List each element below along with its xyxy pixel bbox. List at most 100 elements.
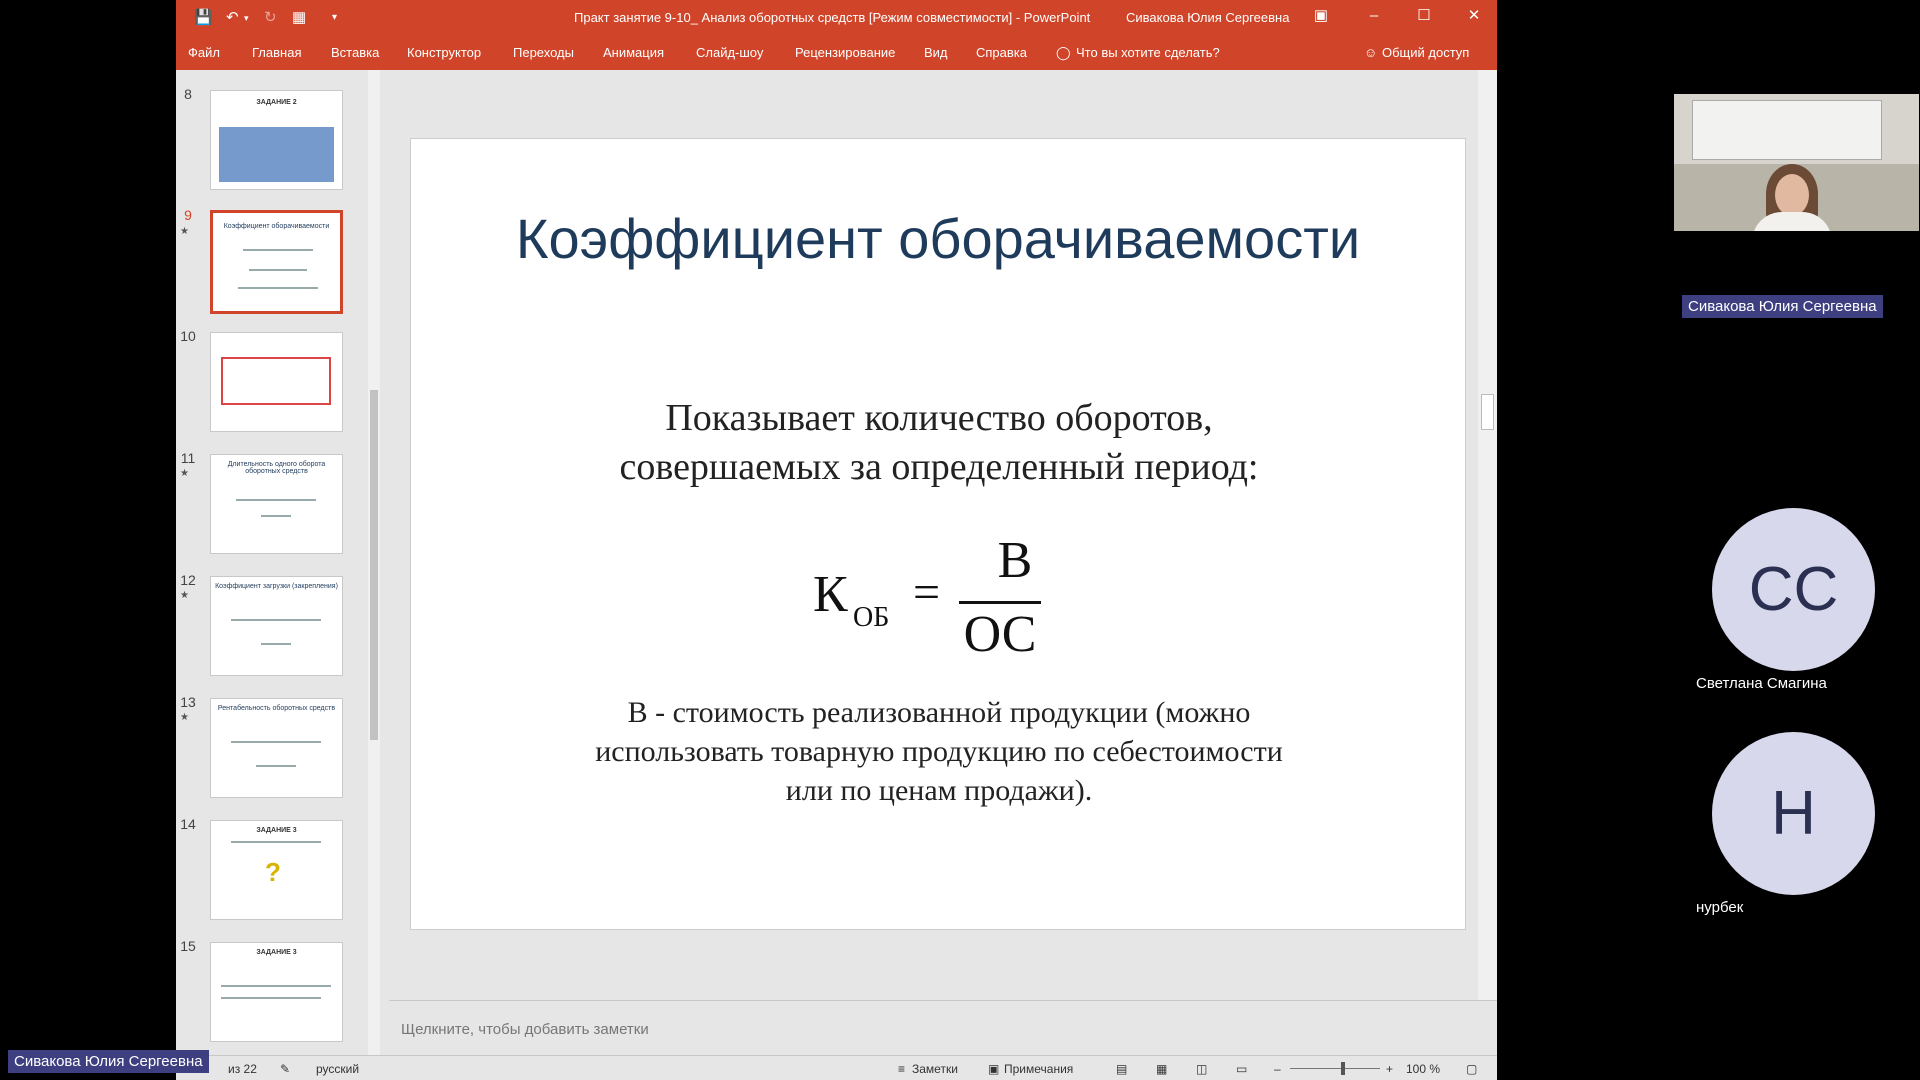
comments-button[interactable]: Примечания (1004, 1062, 1073, 1076)
zoom-in-icon[interactable]: + (1386, 1062, 1393, 1076)
slide-sorter-icon[interactable]: ▦ (1156, 1062, 1167, 1076)
presenter-video[interactable] (1674, 94, 1919, 231)
description-line: совершаемых за определенный период: (619, 446, 1259, 488)
scrollbar-thumb[interactable] (370, 390, 378, 740)
slide-thumbnail-12[interactable]: Коэффициент загрузки (закрепления) (210, 576, 343, 676)
notes-button[interactable]: Заметки (912, 1062, 958, 1076)
slide-title[interactable]: Коэффициент оборачиваемости (411, 206, 1465, 271)
ribbon-tabs: Файл Главная Вставка Конструктор Переход… (176, 35, 1497, 70)
avatar[interactable]: Н (1712, 732, 1875, 895)
language-indicator[interactable]: русский (316, 1062, 359, 1076)
tab-help[interactable]: Справка (976, 45, 1027, 60)
video-name-tag: Сивакова Юлия Сергеевна (1682, 295, 1883, 318)
formula-k: К (813, 566, 848, 623)
slide-thumbnail-14[interactable]: ЗАДАНИЕ 3 ? (210, 820, 343, 920)
reading-view-icon[interactable]: ◫ (1196, 1062, 1207, 1076)
animation-star-icon: ★ (180, 590, 189, 601)
tab-slideshow[interactable]: Слайд-шоу (696, 45, 763, 60)
thumbnail-line (249, 269, 307, 271)
note-line: использовать товарную продукцию по себес… (595, 735, 1283, 768)
tab-home[interactable]: Главная (252, 45, 301, 60)
fraction-bar (959, 601, 1041, 604)
slideshow-view-icon[interactable]: ▭ (1236, 1062, 1247, 1076)
fit-to-window-icon[interactable]: ▢ (1466, 1062, 1477, 1076)
thumbnail-title: ЗАДАНИЕ 3 (256, 827, 297, 834)
formula-numerator: В (997, 532, 1033, 589)
tab-file[interactable]: Файл (188, 45, 220, 60)
slide-thumbnail-9[interactable]: Коэффициент оборачиваемости (210, 210, 343, 314)
slide-counter: из 22 (228, 1062, 257, 1076)
redo-icon[interactable]: ↻ (264, 8, 277, 28)
slide-description[interactable]: Показывает количество оборотов, совершае… (471, 394, 1407, 492)
description-line: Показывает количество оборотов, (665, 397, 1213, 439)
save-icon[interactable]: 💾 (194, 8, 213, 28)
animation-star-icon: ★ (180, 712, 189, 723)
tab-review[interactable]: Рецензирование (795, 45, 895, 60)
thumbnail-title: ЗАДАНИЕ 3 (256, 949, 297, 956)
tab-view[interactable]: Вид (924, 45, 948, 60)
slide-thumbnail-15[interactable]: ЗАДАНИЕ 3 (210, 942, 343, 1042)
tab-design[interactable]: Конструктор (407, 45, 481, 60)
lightbulb-icon: ◯ (1056, 45, 1071, 60)
notes-pane[interactable]: Щелкните, чтобы добавить заметки (389, 1000, 1497, 1055)
slide-note[interactable]: В - стоимость реализованной продукции (м… (471, 693, 1407, 810)
presenter-name-tag: Сивакова Юлия Сергеевна (8, 1050, 209, 1073)
slide-thumbnail-13[interactable]: Рентабельность оборотных средств (210, 698, 343, 798)
slide-thumbnail-10[interactable] (210, 332, 343, 432)
status-bar: из 22 ✎ русский ≡ Заметки ▣ Примечания ▤… (176, 1055, 1497, 1080)
thumbnail-scrollbar[interactable] (368, 70, 380, 1055)
thumbnail-line (243, 249, 313, 251)
zoom-level[interactable]: 100 % (1406, 1062, 1440, 1076)
note-line: В - стоимость реализованной продукции (м… (627, 696, 1251, 729)
normal-view-icon[interactable]: ▤ (1116, 1062, 1127, 1076)
slide-number: 10 (180, 328, 196, 344)
slide-number: 12 (180, 572, 196, 588)
question-mark-icon: ? (265, 857, 281, 887)
thumbnail-table (219, 127, 334, 182)
notes-placeholder[interactable]: Щелкните, чтобы добавить заметки (401, 1021, 649, 1038)
thumbnail-line (221, 997, 321, 999)
scrollbar-thumb[interactable] (1481, 394, 1494, 430)
undo-icon[interactable]: ↶ (226, 8, 239, 28)
slide-scrollbar[interactable] (1478, 70, 1497, 1000)
thumbnail-line (231, 619, 321, 621)
current-slide[interactable]: Коэффициент оборачиваемости Показывает к… (410, 138, 1466, 930)
spellcheck-icon[interactable]: ✎ (280, 1062, 290, 1076)
close-icon[interactable]: ✕ (1462, 6, 1486, 26)
thumbnail-line (231, 741, 321, 743)
animation-star-icon: ★ (180, 468, 189, 479)
tab-insert[interactable]: Вставка (331, 45, 379, 60)
start-slideshow-icon[interactable]: ▦ (292, 8, 306, 28)
video-whiteboard (1692, 100, 1882, 160)
user-name[interactable]: Сивакова Юлия Сергеевна (1126, 10, 1289, 25)
person-shoulders (1752, 212, 1832, 231)
slide-thumbnail-8[interactable]: ЗАДАНИЕ 2 (210, 90, 343, 190)
tell-me-search[interactable]: Что вы хотите сделать? (1076, 45, 1220, 60)
tab-animations[interactable]: Анимация (603, 45, 664, 60)
slide-thumbnails-panel: 8 ЗАДАНИЕ 2 9 ★ Коэффициент оборачиваемо… (176, 70, 381, 1055)
tab-transitions[interactable]: Переходы (513, 45, 574, 60)
slide-number: 13 (180, 694, 196, 710)
thumbnail-title: Длительность одного оборота оборотных ср… (227, 461, 326, 475)
thumbnail-title: Рентабельность оборотных средств (217, 705, 336, 712)
customize-qat-icon[interactable]: ▾ (332, 8, 337, 28)
thumbnail-line (231, 841, 321, 843)
formula-denominator: ОС (963, 606, 1037, 663)
ribbon-display-icon[interactable]: ▣ (1309, 6, 1333, 26)
thumbnail-line (221, 985, 331, 987)
formula-k-subscript: ОБ (853, 602, 890, 633)
minimize-icon[interactable]: – (1362, 6, 1386, 26)
avatar[interactable]: СС (1712, 508, 1875, 671)
share-button[interactable]: Общий доступ (1382, 45, 1469, 60)
window-title: Практ занятие 9-10_ Анализ оборотных сре… (574, 10, 1091, 25)
zoom-slider-thumb[interactable] (1341, 1062, 1345, 1075)
title-bar: 💾 ↶ ▾ ↻ ▦ ▾ Практ занятие 9-10_ Анализ о… (176, 0, 1497, 35)
undo-dropdown-icon[interactable]: ▾ (244, 8, 249, 28)
thumbnail-line (256, 765, 296, 767)
maximize-icon[interactable]: ☐ (1412, 6, 1436, 26)
slide-thumbnail-11[interactable]: Длительность одного оборота оборотных ср… (210, 454, 343, 554)
zoom-out-icon[interactable]: – (1274, 1062, 1281, 1076)
participant-name: Светлана Смагина (1696, 675, 1827, 692)
zoom-slider[interactable] (1290, 1068, 1380, 1069)
turnover-formula[interactable]: К ОБ = В ОС (813, 532, 1073, 665)
